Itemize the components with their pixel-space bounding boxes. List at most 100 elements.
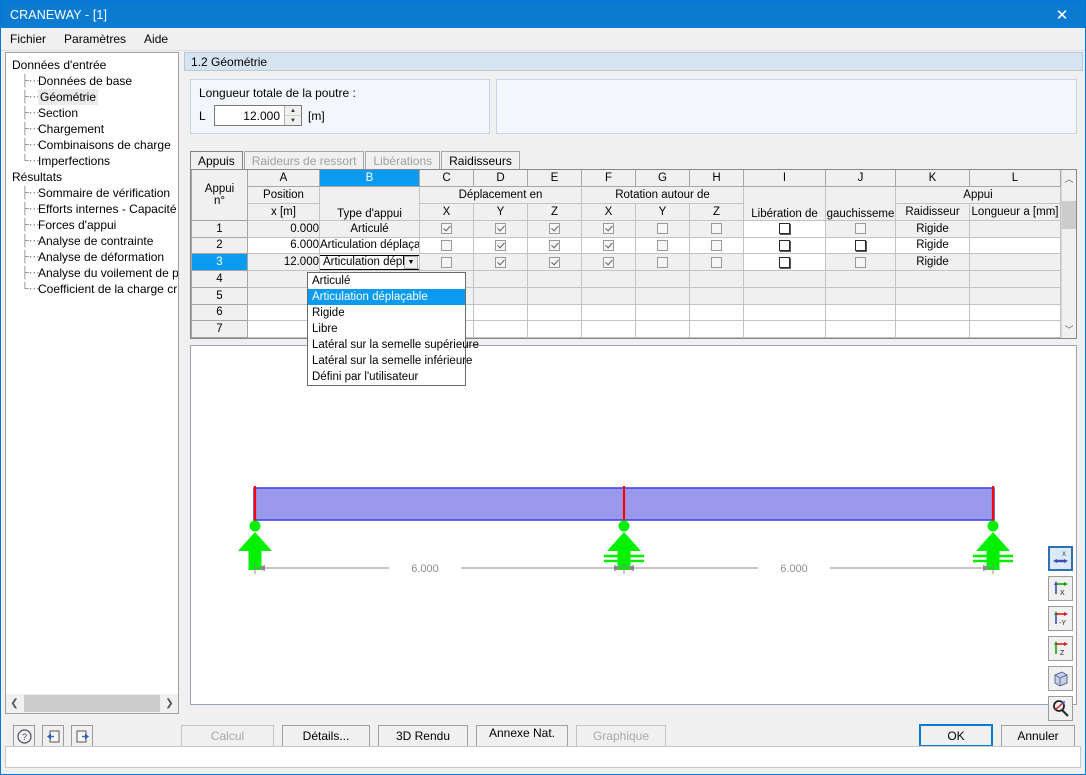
dropdown-option-0[interactable]: Articulé <box>308 273 465 289</box>
dropdown-option-5[interactable]: Latéral sur la semelle inférieure <box>308 353 472 369</box>
view-x-icon[interactable]: X <box>1047 546 1073 571</box>
cell-check[interactable] <box>581 320 636 338</box>
cell-support-length[interactable] <box>969 253 1061 271</box>
column-header-H[interactable]: H <box>689 170 744 188</box>
tab-raidisseurs[interactable]: Raidisseurs <box>441 151 520 169</box>
cell-warping[interactable] <box>825 303 896 322</box>
cell-length[interactable] <box>969 270 1061 288</box>
cell-warping[interactable] <box>825 253 896 271</box>
row-header-3[interactable]: 3 <box>191 253 248 271</box>
cell-length[interactable] <box>969 286 1061 305</box>
cell-rotation[interactable] <box>689 253 744 271</box>
release-checkbox[interactable] <box>779 223 790 235</box>
row-header-4[interactable]: 4 <box>191 270 248 288</box>
scrollbar-thumb[interactable] <box>24 695 160 712</box>
cell-length[interactable] <box>969 303 1061 322</box>
chevron-left-icon[interactable]: ❮ <box>6 695 23 712</box>
cell-check[interactable] <box>635 270 690 288</box>
sidebar-item-analyse-du-voilement-de-plaque[interactable]: ├⋯Analyse du voilement de plaque <box>11 265 178 281</box>
import-icon[interactable] <box>42 725 64 747</box>
cell-position[interactable]: 6.000 <box>247 236 320 255</box>
cell-rotation[interactable] <box>635 253 690 271</box>
scrollbar-thumb[interactable] <box>1062 201 1076 229</box>
row-header-6[interactable]: 6 <box>191 303 248 322</box>
cell-stiffener[interactable] <box>895 303 970 322</box>
cell-release[interactable] <box>743 253 826 271</box>
cell-rotation[interactable] <box>581 236 636 255</box>
column-header-E[interactable]: E <box>527 170 582 188</box>
cell-type[interactable]: Articulé <box>319 219 420 238</box>
menu-item-fichier[interactable]: Fichier <box>1 29 55 49</box>
chevron-up-icon[interactable]: ︿ <box>1062 170 1076 187</box>
sidebar-item-chargement[interactable]: ├⋯Chargement <box>11 121 178 137</box>
axis-x-icon[interactable]: X <box>1047 576 1073 601</box>
cell-displacement[interactable] <box>473 253 528 271</box>
footer-button-d-tails[interactable]: Détails... <box>282 725 370 747</box>
tree-group-1[interactable]: Résultats <box>11 169 178 185</box>
dropdown-option-3[interactable]: Libre <box>308 321 465 337</box>
column-header-C[interactable]: C <box>419 170 474 188</box>
cell-check[interactable] <box>527 320 582 338</box>
spinner-up-icon[interactable]: ▲ <box>285 106 301 116</box>
cell-check[interactable] <box>473 303 528 322</box>
cell-displacement[interactable] <box>419 219 474 238</box>
cell-release[interactable] <box>743 303 826 322</box>
cell-warping[interactable] <box>825 286 896 305</box>
beam-length-stepper[interactable]: ▲ ▼ <box>214 105 302 126</box>
export-icon[interactable] <box>71 725 93 747</box>
close-icon[interactable]: ✕ <box>1039 1 1085 28</box>
menu-item-parametres[interactable]: Paramètres <box>55 29 135 49</box>
sidebar-item-g-om-trie[interactable]: ├⋯Géométrie <box>11 89 178 105</box>
axis-z-icon[interactable]: Z <box>1047 636 1073 661</box>
release-checkbox[interactable] <box>779 239 790 251</box>
cell-release[interactable] <box>743 320 826 338</box>
sidebar-item-donn-es-de-base[interactable]: ├⋯Données de base <box>11 73 178 89</box>
cell-rotation[interactable] <box>635 236 690 255</box>
column-header-A[interactable]: A <box>247 170 320 188</box>
cell-stiffener[interactable] <box>895 286 970 305</box>
column-header-D[interactable]: D <box>473 170 528 188</box>
cell-stiffener[interactable]: Rigide <box>895 236 970 255</box>
navigator-tree[interactable]: Données d'entrée ├⋯Données de base ├⋯Géomé… <box>5 52 179 714</box>
cell-displacement[interactable] <box>419 253 474 271</box>
dropdown-option-6[interactable]: Défini par l'utilisateur <box>308 369 465 385</box>
cell-warping[interactable] <box>825 270 896 288</box>
cell-check[interactable] <box>635 303 690 322</box>
cell-displacement[interactable] <box>473 236 528 255</box>
cell-check[interactable] <box>527 270 582 288</box>
tab-appuis[interactable]: Appuis <box>190 151 243 169</box>
cell-check[interactable] <box>689 303 744 322</box>
table-row[interactable]: 2 6.000 Articulation déplaça Rigide <box>191 236 1061 255</box>
help-icon[interactable]: ? <box>13 725 35 747</box>
column-header-B[interactable]: B <box>319 170 420 188</box>
cell-stiffener[interactable]: Rigide <box>895 219 970 238</box>
footer-button-annexe-nat[interactable]: Annexe Nat. ... <box>476 725 568 754</box>
table-row[interactable]: 3 12.000 Articulation dépl ▼ Rigide <box>191 253 1061 271</box>
cell-release[interactable] <box>743 270 826 288</box>
cell-length[interactable] <box>969 320 1061 338</box>
cancel-button[interactable]: Annuler <box>1001 725 1075 747</box>
cell-check[interactable] <box>689 320 744 338</box>
cell-check[interactable] <box>581 303 636 322</box>
row-header-5[interactable]: 5 <box>191 286 248 305</box>
table-vertical-scrollbar[interactable]: ︿ ﹀ <box>1061 170 1076 338</box>
tree-group-0[interactable]: Données d'entrée <box>11 57 178 73</box>
cell-check[interactable] <box>581 270 636 288</box>
cell-warping[interactable] <box>825 219 896 238</box>
cell-rotation[interactable] <box>581 219 636 238</box>
row-header-7[interactable]: 7 <box>191 320 248 338</box>
cell-release[interactable] <box>743 286 826 305</box>
cell-check[interactable] <box>689 286 744 305</box>
cell-release[interactable] <box>743 219 826 238</box>
cell-check[interactable] <box>527 303 582 322</box>
column-header-G[interactable]: G <box>635 170 690 188</box>
spinner-down-icon[interactable]: ▼ <box>285 116 301 125</box>
cell-type[interactable]: Articulation déplaça <box>319 236 420 255</box>
cell-warping[interactable] <box>825 320 896 338</box>
sidebar-item-imperfections[interactable]: └⋯Imperfections <box>11 153 178 169</box>
cell-check[interactable] <box>581 286 636 305</box>
sidebar-item-efforts-internes-capacit[interactable]: ├⋯Efforts internes - Capacité <box>11 201 178 217</box>
sidebar-item-section[interactable]: ├⋯Section <box>11 105 178 121</box>
cell-stiffener[interactable]: Rigide <box>895 253 970 271</box>
chevron-down-icon[interactable]: ﹀ <box>1062 321 1076 338</box>
